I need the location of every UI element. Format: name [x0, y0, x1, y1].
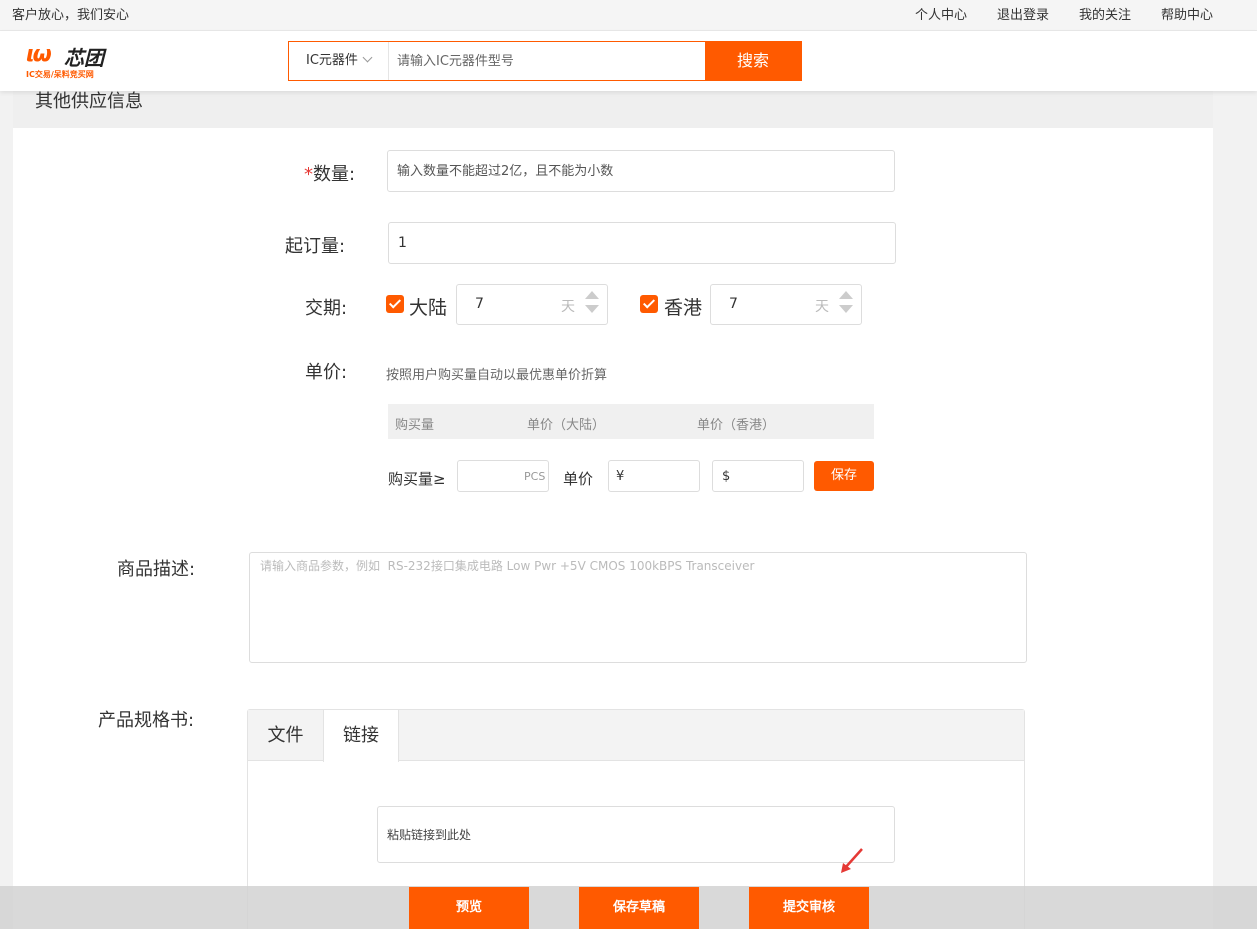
spec-tabbar: 文件 链接 [248, 710, 1024, 762]
nav-my-follows[interactable]: 我的关注 [1079, 4, 1131, 23]
tab-file[interactable]: 文件 [248, 710, 323, 761]
stepper-down-icon[interactable] [839, 305, 853, 313]
price-label: 单价: [305, 362, 348, 383]
chevron-down-icon [362, 52, 373, 63]
hongkong-checkbox[interactable] [640, 295, 658, 313]
tab-link[interactable]: 链接 [323, 710, 399, 762]
stepper-up-icon[interactable] [585, 291, 599, 299]
logo-tagline: IC交易/呆料竞买网 [26, 70, 94, 79]
logo-name: 芯团 [64, 46, 104, 70]
col-quantity: 购买量 [395, 418, 435, 433]
description-label: 商品描述: [117, 559, 196, 580]
top-nav: 个人中心 退出登录 我的关注 帮助中心 [915, 4, 1213, 23]
form-panel: 其他供应信息 *数量: 起订量: 1 交期: 大陆 7 天 香港 7 天 单价:… [13, 85, 1213, 929]
search-button[interactable]: 搜索 [705, 42, 801, 80]
price-cny-input[interactable]: ¥ [608, 460, 700, 492]
submit-review-button[interactable]: 提交审核 [749, 887, 869, 929]
nav-help-center[interactable]: 帮助中心 [1161, 4, 1213, 23]
description-textarea[interactable] [249, 552, 1027, 663]
nav-logout[interactable]: 退出登录 [997, 4, 1049, 23]
save-draft-button[interactable]: 保存草稿 [579, 887, 699, 929]
site-logo[interactable]: ιω 芯团 IC交易/呆料竞买网 [24, 40, 114, 82]
spec-link-input[interactable] [377, 806, 895, 863]
col-price-mainland: 单价（大陆） [527, 418, 606, 433]
site-header: ιω 芯团 IC交易/呆料竞买网 IC元器件 搜索 [0, 31, 1257, 91]
min-qty-input[interactable]: PCS [457, 460, 549, 492]
spec-label: 产品规格书: [98, 710, 195, 731]
hongkong-label: 香港 [664, 297, 703, 319]
mainland-checkbox[interactable] [386, 295, 404, 313]
col-price-hongkong: 单价（香港） [697, 418, 776, 433]
slogan: 客户放心，我们安心 [12, 8, 130, 23]
preview-button[interactable]: 预览 [409, 887, 529, 929]
nav-personal-center[interactable]: 个人中心 [915, 4, 967, 23]
price-hint: 按照用户购买量自动以最优惠单价折算 [386, 368, 608, 383]
delivery-label: 交期: [305, 298, 348, 319]
section-header: 其他供应信息 [13, 85, 1213, 128]
annotation-arrow-icon [841, 848, 863, 873]
moq-input[interactable]: 1 [388, 222, 896, 264]
quantity-input[interactable] [387, 150, 895, 192]
action-footer: 预览 保存草稿 提交审核 [0, 886, 1257, 929]
search-bar: IC元器件 搜索 [288, 41, 802, 81]
unit-price-label: 单价 [563, 470, 594, 488]
mainland-days-stepper[interactable]: 7 天 [456, 284, 608, 325]
search-category-select[interactable]: IC元器件 [289, 42, 389, 80]
stepper-down-icon[interactable] [585, 305, 599, 313]
search-input[interactable] [389, 42, 705, 80]
price-table-header: 购买量 单价（大陆） 单价（香港） [388, 404, 874, 439]
save-price-button[interactable]: 保存 [814, 461, 874, 491]
quantity-label: *数量: [304, 164, 356, 185]
hongkong-days-stepper[interactable]: 7 天 [710, 284, 862, 325]
logo-mark: ιω [26, 42, 52, 67]
search-category-label: IC元器件 [306, 53, 358, 68]
price-usd-input[interactable]: $ [712, 460, 804, 492]
stepper-up-icon[interactable] [839, 291, 853, 299]
top-bar: 客户放心，我们安心 个人中心 退出登录 我的关注 帮助中心 [0, 0, 1257, 31]
moq-label: 起订量: [285, 236, 346, 257]
min-qty-label: 购买量≥ [388, 470, 446, 488]
mainland-label: 大陆 [409, 297, 448, 319]
